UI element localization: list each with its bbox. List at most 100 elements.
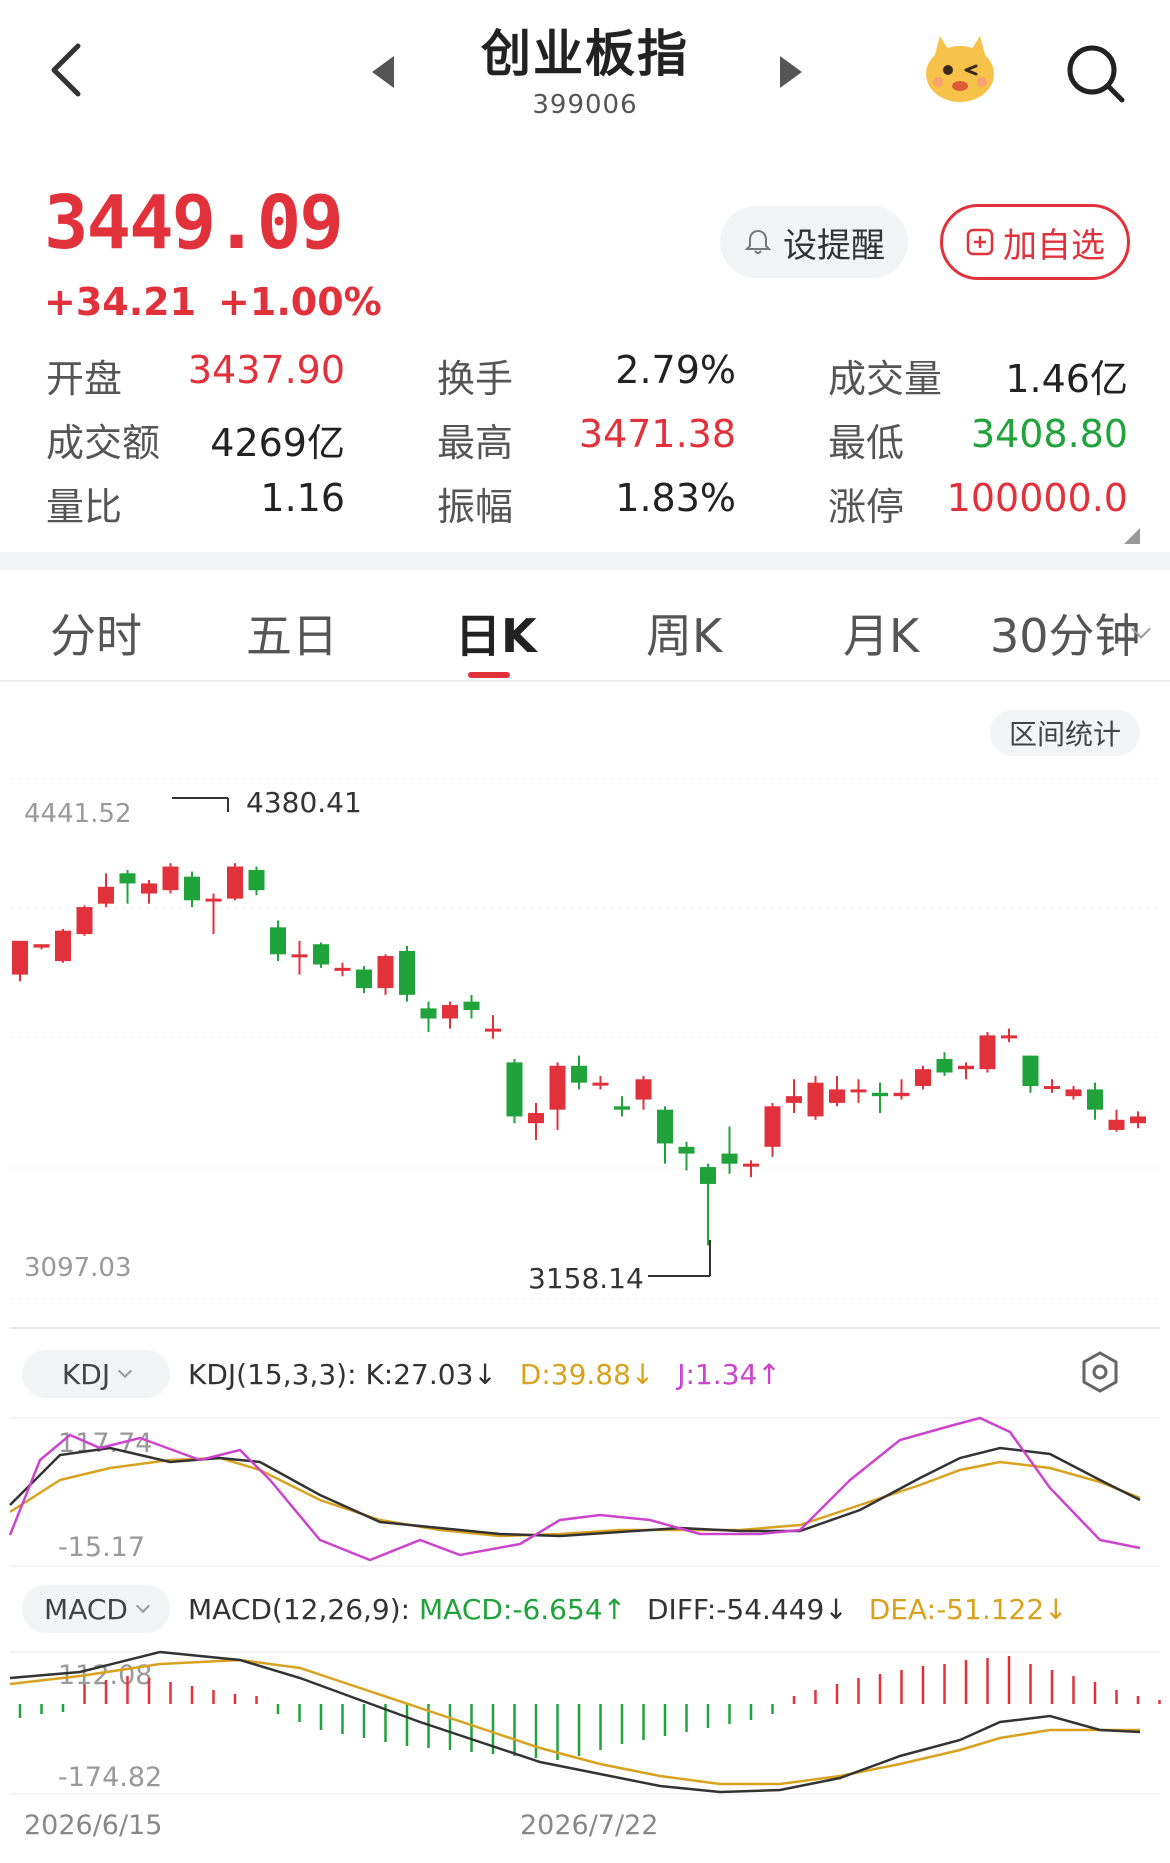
candle-body <box>356 969 372 989</box>
candle-body <box>33 944 50 948</box>
tab-5[interactable]: 30分钟 <box>990 600 1141 666</box>
candle-body <box>1022 1055 1039 1087</box>
candle-body <box>571 1065 587 1083</box>
high-annotation-label: 4380.41 <box>246 786 362 819</box>
macd-diff-line <box>9 1650 1141 1794</box>
stock-title: 创业板指 <box>481 25 689 83</box>
chevron-down-icon <box>118 1363 133 1379</box>
candle-body <box>485 1028 501 1032</box>
candle-body <box>119 873 136 884</box>
date-label-start: 2026/6/15 <box>24 1810 162 1841</box>
next-stock-arrow-icon[interactable] <box>780 56 802 88</box>
macd-selector[interactable]: MACD <box>22 1585 170 1633</box>
settings-icon[interactable] <box>1078 1350 1122 1394</box>
price-change-pct: +1.00% <box>218 280 382 324</box>
candle-body <box>205 898 222 902</box>
kdj-values: KDJ(15,3,3): K:27.03↓ D:39.88↓ J:1.34↑ <box>188 1358 781 1391</box>
tab-0[interactable]: 分时 <box>50 600 142 666</box>
stat-label: 量比 <box>46 485 123 529</box>
kdj-k-value: K:27.03↓ <box>365 1358 497 1391</box>
search-icon[interactable] <box>1062 40 1128 106</box>
stat-value: 3408.80 <box>970 412 1128 456</box>
kdj-d-value: D:39.88↓ <box>519 1358 655 1391</box>
low-annotation-label: 3158.14 <box>528 1262 644 1295</box>
candle-body <box>270 927 286 955</box>
stat-label: 最高 <box>437 421 514 465</box>
stat-value: 3471.38 <box>578 412 736 456</box>
candle-body <box>764 1106 781 1147</box>
candle-body <box>184 876 200 901</box>
current-price: 3449.09 <box>44 180 344 266</box>
kdj-params: KDJ(15,3,3): <box>188 1358 357 1391</box>
candle-body <box>850 1089 867 1093</box>
kdj-axis-bottom: -15.17 <box>58 1532 145 1563</box>
candle-body <box>1001 1035 1017 1039</box>
candle-body <box>248 869 265 891</box>
candle-body <box>678 1146 695 1154</box>
stock-code: 399006 <box>532 90 638 120</box>
tab-3[interactable]: 周K <box>646 600 722 666</box>
stat-value: 100000.0 <box>946 476 1128 520</box>
candle-body <box>1044 1086 1060 1090</box>
add-watchlist-label: 加自选 <box>1003 225 1105 266</box>
candle-body <box>506 1062 523 1117</box>
candle-body <box>76 907 93 935</box>
tab-1[interactable]: 五日 <box>246 600 338 666</box>
candlestick-chart[interactable]: 4441.523097.034380.413158.14117.74-15.17… <box>0 760 1170 1860</box>
stat-value: 2.79% <box>615 348 736 392</box>
candle-body <box>1108 1119 1125 1130</box>
range-stats-button[interactable]: 区间统计 <box>990 710 1140 756</box>
kdj-k-line <box>9 1446 1141 1538</box>
candle-body <box>936 1059 953 1073</box>
macd-diff-value: DIFF:-54.449↓ <box>647 1593 848 1626</box>
stat-label: 成交量 <box>828 357 943 401</box>
stat-value: 1.83% <box>615 476 736 520</box>
prev-stock-arrow-icon[interactable] <box>372 56 394 88</box>
tab-2[interactable]: 日K <box>455 600 537 666</box>
candle-body <box>55 930 71 962</box>
macd-params: MACD(12,26,9): <box>188 1593 411 1626</box>
candle-body <box>635 1079 652 1100</box>
candle-body <box>592 1082 609 1086</box>
candle-body <box>829 1089 845 1103</box>
candle-body <box>979 1035 996 1070</box>
candle-body <box>98 886 114 904</box>
date-label-mid: 2026/7/22 <box>520 1810 658 1841</box>
price-change-row: +34.21 +1.00% <box>44 280 404 324</box>
candle-body <box>657 1109 673 1144</box>
macd-values: MACD(12,26,9): MACD:-6.654↑ DIFF:-54.449… <box>188 1593 1068 1626</box>
expand-corner-icon[interactable] <box>1124 528 1140 544</box>
add-watchlist-button[interactable]: 加自选 <box>940 204 1130 280</box>
stat-label: 涨停 <box>828 485 905 529</box>
set-alert-label: 设提醒 <box>783 225 885 266</box>
candle-body <box>1065 1089 1082 1097</box>
candle-body <box>721 1153 738 1164</box>
candle-body <box>12 940 28 975</box>
macd-dea-value: DEA:-51.122↓ <box>868 1593 1068 1626</box>
stat-value: 4269亿 <box>210 421 345 465</box>
tab-4[interactable]: 月K <box>843 600 919 666</box>
candle-body <box>958 1065 974 1070</box>
set-alert-button[interactable]: 设提醒 <box>720 206 908 278</box>
macd-dea-line <box>9 1658 1140 1786</box>
tabs-divider <box>0 680 1170 682</box>
stat-label: 换手 <box>437 357 514 401</box>
mascot-icon[interactable] <box>920 28 1000 108</box>
bell-icon <box>744 229 772 254</box>
stat-value: 3437.90 <box>187 348 345 392</box>
candle-body <box>141 883 157 894</box>
plus-box-icon <box>966 228 994 256</box>
macd-pill-label: MACD <box>44 1592 128 1626</box>
kdj-selector[interactable]: KDJ <box>22 1350 170 1398</box>
back-arrow-icon[interactable] <box>40 40 100 100</box>
stat-label: 最低 <box>828 421 905 465</box>
kdj-pill-label: KDJ <box>61 1357 111 1391</box>
candle-body <box>1087 1089 1103 1110</box>
candle-body <box>528 1113 544 1124</box>
chevron-down-icon <box>135 1598 151 1614</box>
candle-body <box>786 1096 802 1103</box>
candle-body <box>463 1001 480 1011</box>
candle-body <box>807 1082 824 1117</box>
stat-label: 成交额 <box>46 421 161 465</box>
candle-body <box>893 1092 910 1097</box>
